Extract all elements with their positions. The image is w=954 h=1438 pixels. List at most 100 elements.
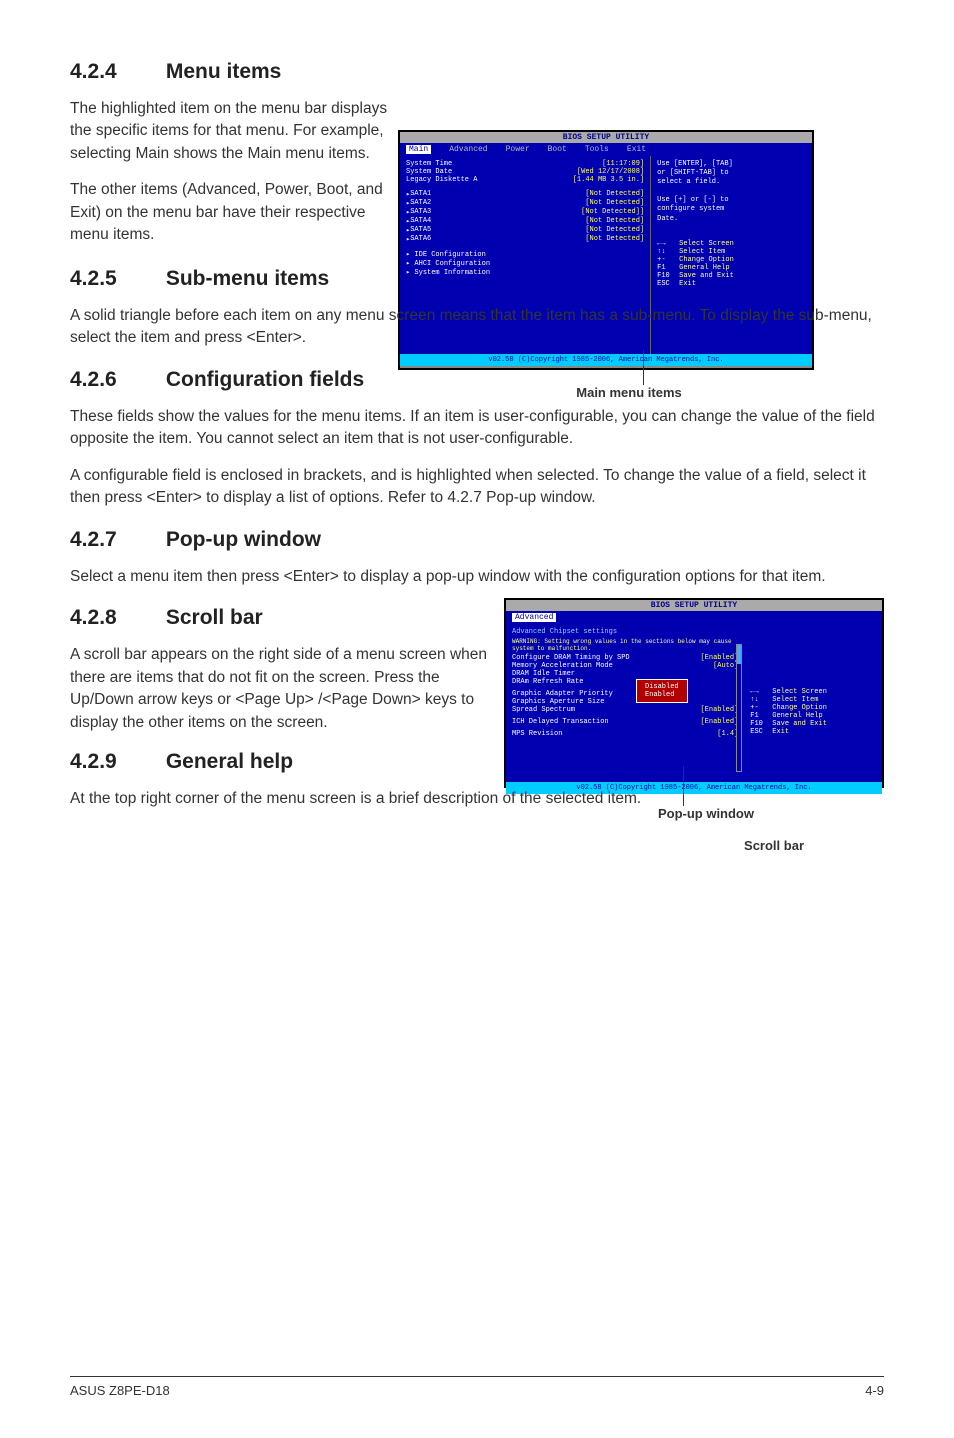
bios-title: BIOS SETUP UTILITY: [400, 132, 812, 143]
paragraph: The highlighted item on the menu bar dis…: [70, 98, 390, 165]
paragraph: At the top right corner of the menu scre…: [70, 788, 884, 810]
help-line: select a field.: [657, 178, 806, 187]
bios-label: Legacy Diskette A: [406, 176, 573, 184]
bios-label: Spread Spectrum: [512, 706, 700, 714]
bios-value: [Enabled]: [700, 706, 738, 714]
section-4-2-4: 4.2.4 Menu items The highlighted item on…: [70, 60, 884, 247]
section-4-2-5: 4.2.5 Sub-menu items A solid triangle be…: [70, 267, 884, 350]
bios-menu-item: Tools: [585, 145, 609, 154]
bios-label: System Time: [406, 160, 602, 168]
key: ↑↓: [750, 696, 772, 704]
help-line: Date.: [657, 215, 806, 224]
bios-label: Configure DRAM Timing by SPD: [512, 654, 700, 662]
paragraph: These fields show the values for the men…: [70, 406, 884, 451]
bios-label: Graphic Adapter Priority: [512, 690, 738, 698]
bios-menu-item: Power: [506, 145, 530, 154]
bios-warning: WARNING: Setting wrong values in the sec…: [512, 638, 738, 652]
popup-option: Enabled: [645, 691, 679, 699]
bios-label: SATA4: [410, 217, 585, 226]
bios-help-text: Use [ENTER], [TAB] or [SHIFT-TAB] to sel…: [657, 160, 806, 224]
help-line: configure system: [657, 205, 806, 214]
heading-4-2-9: 4.2.9 General help: [70, 750, 884, 774]
bios-value: [1.44 MB 3.5 in.]: [573, 176, 644, 184]
bios-label: System Date: [406, 168, 577, 176]
section-title: Menu items: [166, 60, 282, 83]
section-number: 4.2.7: [70, 528, 160, 552]
bios-label: DRAM Idle Timer: [512, 670, 738, 678]
paragraph: A configurable field is enclosed in brac…: [70, 465, 884, 510]
key-text: Exit: [772, 728, 789, 736]
heading-4-2-7: 4.2.7 Pop-up window: [70, 528, 884, 552]
section-title: Pop-up window: [166, 528, 321, 551]
key-text: Select Screen: [679, 240, 734, 248]
bios-label: SATA2: [410, 199, 585, 208]
key-text: Save and Exit: [772, 720, 827, 728]
popup-option: Disabled: [645, 683, 679, 691]
bios-label: SATA6: [410, 235, 585, 244]
key: +-: [657, 256, 679, 264]
bios-menu-bar: Advanced: [506, 611, 882, 624]
key-text: Change Option: [772, 704, 827, 712]
section-number: 4.2.8: [70, 606, 160, 630]
section-4-2-7: 4.2.7 Pop-up window Select a menu item t…: [70, 528, 884, 588]
bios-value: [11:17:09]: [602, 160, 644, 168]
heading-4-2-5: 4.2.5 Sub-menu items: [70, 267, 884, 291]
section-title: Sub-menu items: [166, 267, 329, 290]
heading-4-2-6: 4.2.6 Configuration fields: [70, 368, 884, 392]
bios-menu-item: Boot: [548, 145, 567, 154]
help-line: Use [ENTER], [TAB]: [657, 160, 806, 169]
bios-label: SATA3: [410, 208, 581, 217]
bios-value: [Not Detected]: [585, 226, 644, 235]
key: F1: [750, 712, 772, 720]
caption-scroll-bar: Scroll bar: [744, 838, 804, 853]
section-number: 4.2.9: [70, 750, 160, 774]
bios-label: Graphics Aperture Size: [512, 698, 738, 706]
bios-label: ICH Delayed Transaction: [512, 718, 700, 726]
bios-keys: ←→Select Screen ↑↓Select Item +-Change O…: [750, 688, 876, 736]
key-text: Select Item: [772, 696, 818, 704]
paragraph: Select a menu item then press <Enter> to…: [70, 566, 884, 588]
bios-label: MPS Revision: [512, 730, 717, 738]
bios-value: [Wed 12/17/2008]: [577, 168, 644, 176]
section-title: Configuration fields: [166, 368, 364, 391]
bios-value: [Not Detected]: [585, 235, 644, 244]
key-text: Select Item: [679, 248, 725, 256]
bios-label: DRAm Refresh Rate: [512, 678, 738, 686]
paragraph: A solid triangle before each item on any…: [70, 305, 884, 350]
help-line: Use [+] or [-] to: [657, 196, 806, 205]
bios-menu-item: Advanced: [449, 145, 487, 154]
bios-sata-list: SATA1[Not Detected] SATA2[Not Detected] …: [406, 190, 644, 244]
paragraph: The other items (Advanced, Power, Boot, …: [70, 179, 390, 246]
key-text: General Help: [772, 712, 822, 720]
bios-menu-main: Main: [406, 145, 431, 154]
bios-submenu-item: IDE Configuration: [406, 250, 644, 259]
section-number: 4.2.4: [70, 60, 160, 84]
heading-4-2-4: 4.2.4 Menu items: [70, 60, 884, 84]
bios-value: [1.4]: [717, 730, 738, 738]
section-4-2-9: 4.2.9 General help At the top right corn…: [70, 750, 884, 810]
help-line: or [SHIFT-TAB] to: [657, 169, 806, 178]
bios-value: [Not Detected]]: [581, 208, 644, 217]
bios-footer: v02.58 (C)Copyright 1985-2006, American …: [400, 354, 812, 366]
bios-value: [Not Detected]: [585, 199, 644, 208]
bios-label: Memory Acceleration Mode: [512, 662, 713, 670]
bios-menu-bar: Main Advanced Power Boot Tools Exit: [400, 143, 812, 156]
bios-popup-window: Disabled Enabled: [636, 679, 688, 703]
page-footer: ASUS Z8PE-D18 4-9: [70, 1376, 884, 1398]
paragraph: A scroll bar appears on the right side o…: [70, 644, 490, 734]
bios-value: [Not Detected]: [585, 217, 644, 226]
bios-label: SATA5: [410, 226, 585, 235]
key: ←→: [750, 688, 772, 696]
key: +-: [750, 704, 772, 712]
key-text: Select Screen: [772, 688, 827, 696]
section-number: 4.2.5: [70, 267, 160, 291]
section-title: Scroll bar: [166, 606, 263, 629]
footer-right: 4-9: [865, 1383, 884, 1398]
bios-menu-item: Exit: [627, 145, 646, 154]
bios-label: SATA1: [410, 190, 585, 199]
section-4-2-8: 4.2.8 Scroll bar A scroll bar appears on…: [70, 606, 884, 734]
bios-title: BIOS SETUP UTILITY: [506, 600, 882, 611]
bios-value: [Auto]: [713, 662, 738, 670]
bios-heading: Advanced Chipset settings: [512, 628, 738, 636]
key: ←→: [657, 240, 679, 248]
